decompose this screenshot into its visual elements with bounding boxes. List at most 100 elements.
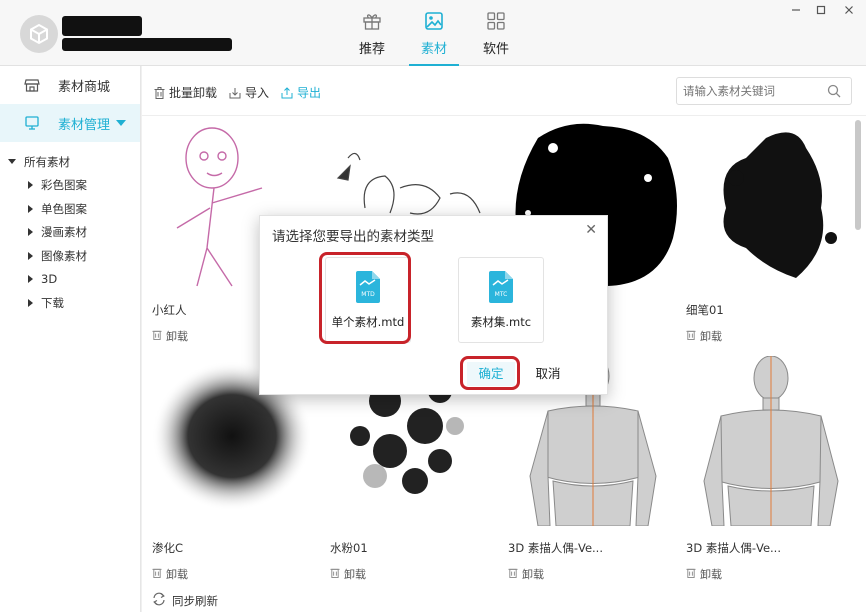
main-nav: 推荐 素材 软件 [347,10,521,66]
close-icon[interactable] [840,4,858,18]
trash-icon [153,86,165,99]
refresh-icon [152,592,166,609]
material-name: 小红人 [152,303,187,317]
uninstall-button[interactable]: 卸载 [686,566,722,582]
caret-right-icon [28,251,33,260]
tree-item-label: 所有素材 [24,154,70,169]
sidebar: 素材商城 素材管理 所有素材 彩色图案 单色图案 漫画素材 图像素材 3D 下载 [0,66,141,612]
batch-uninstall-button[interactable]: 批量卸载 [153,84,217,101]
trash-icon [152,567,162,581]
import-icon [229,87,241,99]
caret-right-icon [28,228,33,237]
caret-right-icon [28,298,33,307]
close-icon[interactable]: ✕ [585,222,597,238]
trash-icon [686,329,696,343]
caret-right-icon [28,275,33,284]
material-name: 3D 素描人偶-Ve... [508,541,603,555]
material-thumbnail [686,118,856,288]
uninstall-button[interactable]: 卸载 [152,566,188,582]
option-label: 素材集.mtc [470,315,532,329]
import-label: 导入 [245,86,270,100]
tree-item-image[interactable]: 图像素材 [0,244,140,268]
tree-item-label: 单色图案 [41,201,87,216]
tab-materials[interactable]: 素材 [409,10,459,66]
grid-icon [485,10,507,32]
tab-recommend[interactable]: 推荐 [347,10,397,66]
mtc-badge: MTC [495,291,508,298]
gift-icon [361,10,383,32]
material-name: 水粉01 [330,541,368,555]
tab-materials-label: 素材 [420,42,447,57]
image-icon [423,10,445,32]
sync-refresh-label: 同步刷新 [172,593,218,608]
import-button[interactable]: 导入 [229,84,269,101]
sidebar-item-label: 素材管理 [58,117,111,133]
uninstall-button[interactable]: 卸载 [330,566,366,582]
caret-right-icon [28,204,33,213]
tab-software[interactable]: 软件 [471,10,521,66]
export-button[interactable]: 导出 [281,84,321,101]
sync-refresh-button[interactable]: 同步刷新 [152,592,218,609]
tree-item-download[interactable]: 下载 [0,291,140,315]
batch-uninstall-label: 批量卸载 [169,86,218,100]
top-bar: 推荐 素材 软件 [0,0,866,66]
tree-item-all[interactable]: 所有素材 [0,150,140,174]
uninstall-label: 卸载 [166,568,188,581]
app-logo [20,15,58,53]
mtc-file-icon: MTC [489,271,513,306]
search-icon[interactable] [827,84,841,101]
tree-item-comic[interactable]: 漫画素材 [0,221,140,245]
caret-right-icon [28,181,33,190]
material-name: 渗化C [152,541,184,555]
toolbar: 批量卸载 导入 导出 [142,66,866,116]
uninstall-label: 卸载 [700,330,722,343]
dialog-title: 请选择您要导出的素材类型 [272,229,434,245]
category-tree: 所有素材 彩色图案 单色图案 漫画素材 图像素材 3D 下载 [0,142,140,315]
highlight-ring [319,252,411,344]
sidebar-item-manage[interactable]: 素材管理 [0,104,140,142]
maximize-icon[interactable] [812,4,830,18]
uninstall-label: 卸载 [166,330,188,343]
store-icon [24,77,40,93]
sidebar-item-store[interactable]: 素材商城 [0,66,140,104]
chevron-down-icon [116,120,127,126]
monitor-icon [24,115,40,131]
trash-icon [330,567,340,581]
uninstall-button[interactable]: 卸载 [686,328,722,344]
tree-item-color-pattern[interactable]: 彩色图案 [0,174,140,198]
tree-item-label: 漫画素材 [41,225,87,240]
tree-item-mono-pattern[interactable]: 单色图案 [0,197,140,221]
tree-item-label: 3D [41,272,58,287]
tree-item-label: 图像素材 [41,248,87,263]
material-name: 3D 素描人偶-Ve... [686,541,781,555]
trash-icon [508,567,518,581]
cancel-button[interactable]: 取消 [528,362,568,386]
export-type-dialog: 请选择您要导出的素材类型 ✕ MTD 单个素材.mtd MTC 素材集.mtc … [259,215,608,395]
material-card[interactable]: 细笔01 卸载 [686,118,856,343]
caret-down-icon [8,159,16,165]
uninstall-button[interactable]: 卸载 [508,566,544,582]
uninstall-label: 卸载 [700,568,722,581]
search-input[interactable] [677,78,817,104]
tree-item-label: 彩色图案 [41,178,87,193]
material-name: 细笔01 [686,303,724,317]
tree-item-label: 下载 [41,295,64,310]
uninstall-label: 卸载 [344,568,366,581]
tab-software-label: 软件 [482,42,509,57]
tab-recommend-label: 推荐 [358,42,385,57]
uninstall-label: 卸载 [522,568,544,581]
highlight-ring [460,356,520,390]
uninstall-button[interactable]: 卸载 [152,328,188,344]
search-box [676,77,852,105]
trash-icon [686,567,696,581]
export-label: 导出 [297,86,322,100]
material-card[interactable]: 3D 素描人偶-Ve... 卸载 [686,356,856,581]
tree-item-3d[interactable]: 3D [0,268,140,292]
trash-icon [152,329,162,343]
redacted-username [62,16,142,36]
minimize-icon[interactable] [787,4,805,18]
option-material-set[interactable]: MTC 素材集.mtc [458,257,544,343]
material-thumbnail [686,356,856,526]
export-icon [281,86,293,99]
redacted-account-info [62,38,232,51]
